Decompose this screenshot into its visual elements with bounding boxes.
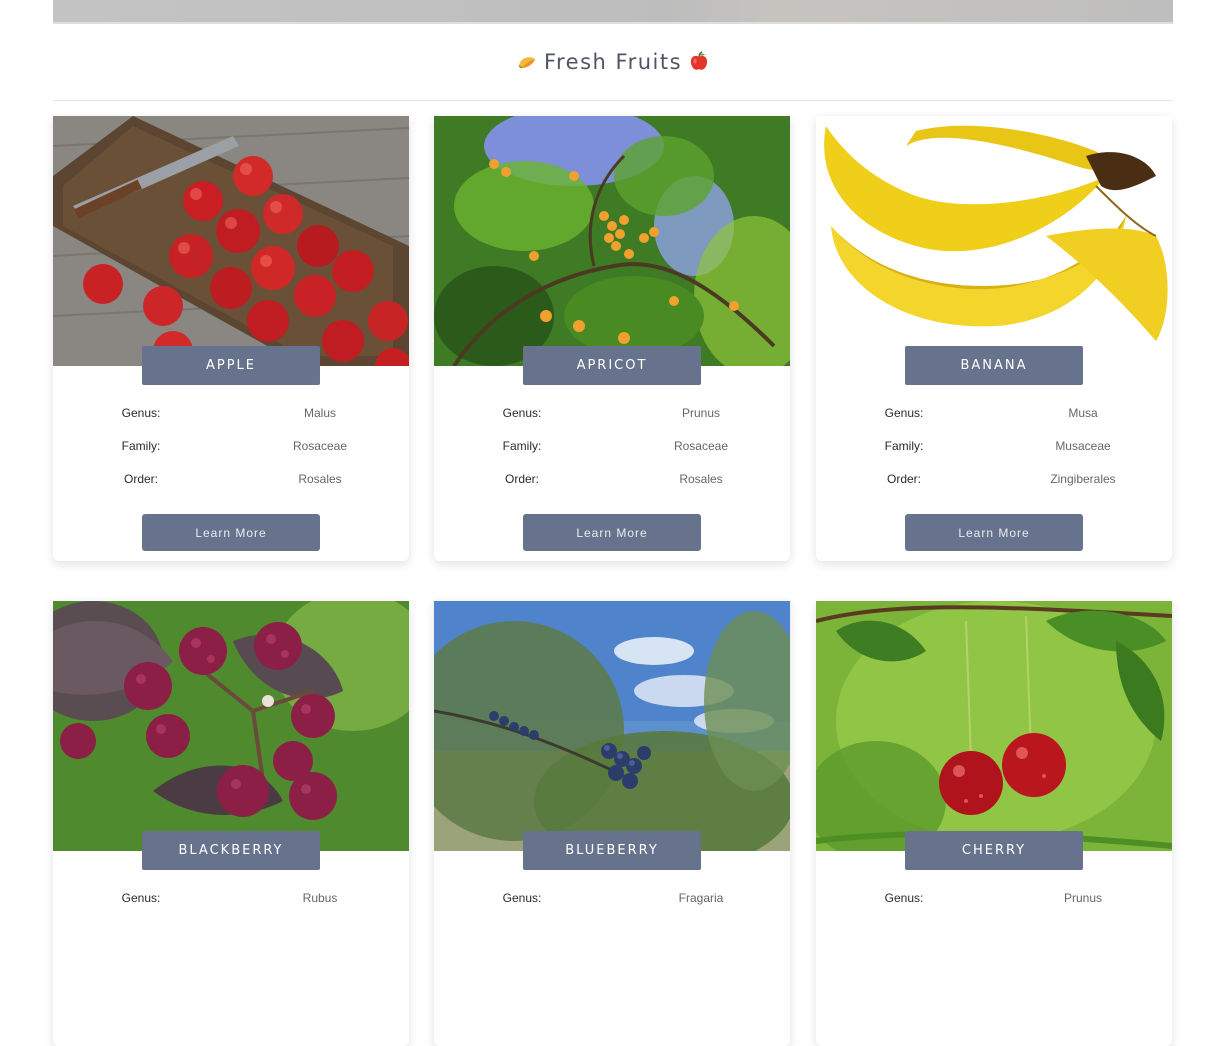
taxonomy-list: Genus: Rubus <box>53 891 409 924</box>
fruit-name-label: BLUEBERRY <box>523 831 701 870</box>
genus-value: Malus <box>303 406 336 420</box>
banana-image <box>816 116 1172 366</box>
genus-label: Genus: <box>884 406 924 420</box>
fruit-card-apricot: APRICOT Genus: Prunus Family: Rosaceae O… <box>434 116 790 561</box>
family-value: Rosaceae <box>292 439 348 453</box>
family-row: Family: Rosaceae <box>434 439 790 472</box>
genus-value: Rubus <box>302 891 338 905</box>
taxonomy-list: Genus: Prunus Family: Rosaceae Order: Ro… <box>434 406 790 505</box>
apricot-image <box>434 116 790 366</box>
apple-image <box>53 116 409 366</box>
page-heading: Fresh Fruits <box>53 24 1173 101</box>
family-label: Family: <box>884 439 924 453</box>
family-value: Rosaceae <box>673 439 729 453</box>
fruit-card-cherry: CHERRY Genus: Prunus <box>816 601 1172 1046</box>
order-label: Order: <box>504 472 539 486</box>
top-banner-image <box>53 0 1173 24</box>
genus-value: Fragaria <box>678 891 724 905</box>
genus-label: Genus: <box>121 406 161 420</box>
genus-row: Genus: Rubus <box>53 891 409 924</box>
taxonomy-list: Genus: Musa Family: Musaceae Order: Zing… <box>816 406 1172 505</box>
fruit-card-apple: APPLE Genus: Malus Family: Rosaceae Orde… <box>53 116 409 561</box>
page-title: Fresh Fruits <box>543 50 683 74</box>
genus-row: Genus: Musa <box>816 406 1172 439</box>
family-label: Family: <box>502 439 542 453</box>
order-row: Order: Rosales <box>53 472 409 505</box>
family-row: Family: Rosaceae <box>53 439 409 472</box>
fruit-name-label: BANANA <box>905 346 1083 385</box>
learn-more-button[interactable]: Learn More <box>905 514 1083 551</box>
genus-row: Genus: Prunus <box>434 406 790 439</box>
genus-row: Genus: Prunus <box>816 891 1172 924</box>
cherry-image <box>816 601 1172 851</box>
fruit-card-blackberry: BLACKBERRY Genus: Rubus <box>53 601 409 1046</box>
taxonomy-list: Genus: Fragaria <box>434 891 790 924</box>
fruit-name-label: APPLE <box>142 346 320 385</box>
genus-label: Genus: <box>502 406 542 420</box>
family-label: Family: <box>121 439 161 453</box>
genus-row: Genus: Fragaria <box>434 891 790 924</box>
order-value: Rosales <box>679 472 723 486</box>
genus-label: Genus: <box>502 891 542 905</box>
fruit-card-banana: BANANA Genus: Musa Family: Musaceae Orde… <box>816 116 1172 561</box>
learn-more-button[interactable]: Learn More <box>142 514 320 551</box>
genus-value: Musa <box>1068 406 1098 420</box>
genus-value: Prunus <box>1063 891 1103 905</box>
taxonomy-list: Genus: Malus Family: Rosaceae Order: Ros… <box>53 406 409 505</box>
fruit-card-blueberry: BLUEBERRY Genus: Fragaria <box>434 601 790 1046</box>
family-row: Family: Musaceae <box>816 439 1172 472</box>
genus-row: Genus: Malus <box>53 406 409 439</box>
fruit-name-label: APRICOT <box>523 346 701 385</box>
order-row: Order: Zingiberales <box>816 472 1172 505</box>
genus-label: Genus: <box>121 891 161 905</box>
order-label: Order: <box>886 472 921 486</box>
order-row: Order: Rosales <box>434 472 790 505</box>
blackberry-image <box>53 601 409 851</box>
order-value: Zingiberales <box>1050 472 1116 486</box>
apple-emoji-icon <box>688 51 710 73</box>
learn-more-button[interactable]: Learn More <box>523 514 701 551</box>
fruit-name-label: CHERRY <box>905 831 1083 870</box>
fruit-name-label: BLACKBERRY <box>142 831 320 870</box>
order-label: Order: <box>123 472 158 486</box>
blueberry-image <box>434 601 790 851</box>
mango-emoji-icon <box>516 51 538 73</box>
genus-label: Genus: <box>884 891 924 905</box>
taxonomy-list: Genus: Prunus <box>816 891 1172 924</box>
genus-value: Prunus <box>681 406 721 420</box>
family-value: Musaceae <box>1055 439 1111 453</box>
order-value: Rosales <box>298 472 342 486</box>
